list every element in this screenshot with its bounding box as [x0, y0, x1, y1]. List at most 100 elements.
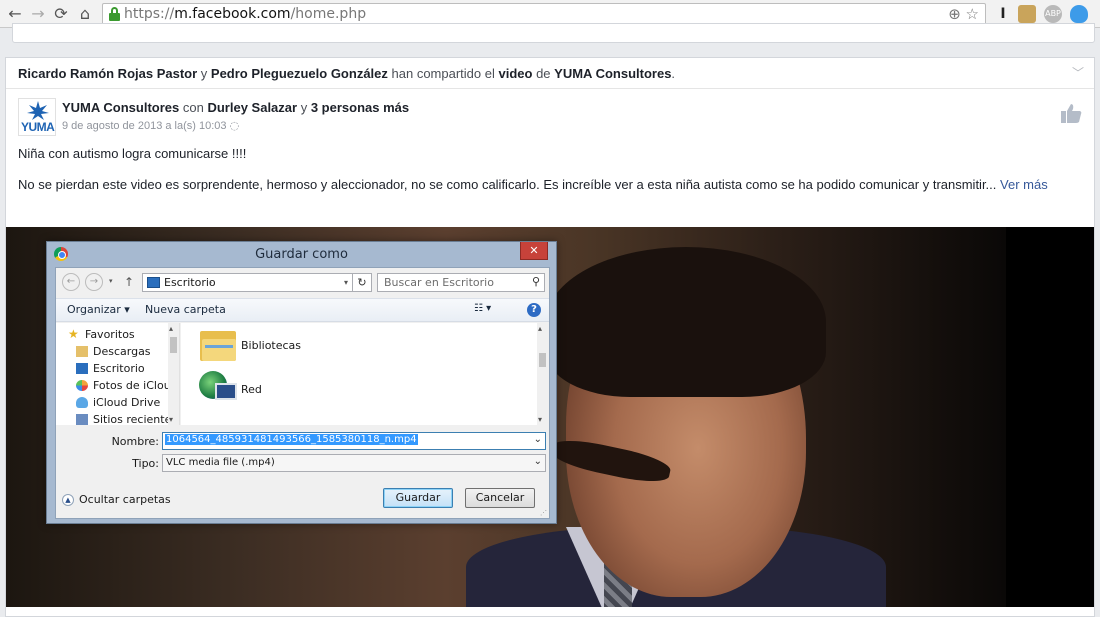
scroll-thumb[interactable] [170, 337, 177, 353]
scroll-down-icon[interactable]: ▾ [169, 415, 173, 424]
save-as-dialog: Guardar como ✕ ← → ▾ ↑ Escritorio › ▾ ↻ … [46, 241, 557, 524]
cloud-extension-icon[interactable] [1070, 5, 1088, 23]
filetype-select[interactable]: VLC media file (.mp4) ⌄ [162, 454, 546, 472]
yuma-logo-icon [27, 101, 49, 120]
desktop-icon [76, 363, 88, 374]
organize-button[interactable]: Organizar ▾ [67, 303, 130, 316]
refresh-icon[interactable]: ↻ [353, 273, 372, 292]
search-icon[interactable]: ⚲ [532, 275, 540, 288]
filetype-value: VLC media file (.mp4) [166, 457, 275, 468]
scroll-down-icon[interactable]: ▾ [538, 415, 542, 424]
connector: y [200, 66, 208, 81]
dialog-toolbar: Organizar ▾ Nueva carpeta ☷ ▾ ? [56, 298, 549, 322]
page-link[interactable]: YUMA Consultores [554, 66, 671, 81]
type-row: Tipo: VLC media file (.mp4) ⌄ [56, 454, 549, 474]
icloud-drive-icon [76, 397, 88, 408]
scroll-thumb[interactable] [539, 353, 546, 367]
filetype-dropdown-icon[interactable]: ⌄ [534, 456, 542, 467]
dialog-titlebar[interactable]: Guardar como ✕ [47, 242, 556, 267]
help-icon[interactable]: ? [527, 303, 541, 317]
file-pane: Bibliotecas Red ▴ ▾ [181, 323, 549, 425]
address-bar[interactable]: https://m.facebook.com/home.php ⊕ ☆ [102, 3, 986, 25]
nav-label: Favoritos [85, 328, 135, 341]
address-row: ← → ▾ ↑ Escritorio › ▾ ↻ Buscar en Escri… [56, 268, 549, 297]
close-button[interactable]: ✕ [520, 242, 548, 260]
new-folder-button[interactable]: Nueva carpeta [145, 303, 226, 316]
search-input[interactable]: Buscar en Escritorio ⚲ [377, 273, 545, 292]
scroll-up-icon[interactable]: ▴ [538, 324, 542, 333]
author-link[interactable]: YUMA Consultores [62, 100, 179, 115]
network-icon [199, 371, 237, 409]
others-link[interactable]: 3 personas más [311, 100, 409, 115]
file-scrollbar[interactable]: ▴ ▾ [537, 323, 549, 425]
see-more-link[interactable]: Ver más [1000, 177, 1048, 192]
timestamp[interactable]: 9 de agosto de 2013 a la(s) 10:03 ◌ [62, 119, 239, 132]
view-options-icon[interactable]: ☷ ▾ [474, 303, 491, 314]
nav-label: Fotos de iCloud [93, 379, 178, 392]
file-label: Bibliotecas [241, 339, 302, 352]
shared-text: han compartido el [391, 66, 495, 81]
de-word: de [536, 66, 551, 81]
path-bar[interactable]: Escritorio › ▾ [142, 273, 353, 292]
chevron-down-icon[interactable]: ﹀ [1072, 64, 1084, 81]
up-arrow-icon[interactable]: ↑ [124, 275, 134, 289]
breadcrumb-chevron-icon[interactable]: › [209, 278, 212, 287]
filename-value: 1064564_485931481493566_1585380118_n.mp4 [165, 434, 418, 445]
avatar-text: YUMA [21, 120, 55, 134]
chevron-up-icon: ▲ [62, 494, 74, 506]
url-text[interactable]: https://m.facebook.com/home.php [124, 6, 366, 22]
divider [6, 88, 1094, 89]
cursor-extension-icon[interactable]: I [994, 5, 1012, 23]
type-label: Tipo: [132, 457, 159, 470]
nav-label: iCloud Drive [93, 396, 161, 409]
recent-icon [76, 414, 88, 425]
puzzle-extension-icon[interactable] [1018, 5, 1036, 23]
abp-extension-icon[interactable]: ABP [1044, 5, 1062, 23]
nav-label: Descargas [93, 345, 151, 358]
hide-folders-label: Ocultar carpetas [79, 493, 171, 506]
tagged-link[interactable]: Durley Salazar [207, 100, 297, 115]
post-text-line-1: Niña con autismo logra comunicarse !!!! [18, 146, 247, 161]
url-scheme: https:// [124, 6, 175, 22]
cancel-button[interactable]: Cancelar [465, 488, 535, 508]
sharer-1-link[interactable]: Ricardo Ramón Rojas Pastor [18, 66, 197, 81]
save-button[interactable]: Guardar [383, 488, 453, 508]
and-word: y [300, 100, 308, 115]
previous-post-card [12, 23, 1095, 43]
like-icon[interactable] [1060, 102, 1082, 129]
back-arrow-icon[interactable]: ← [62, 273, 80, 291]
scroll-up-icon[interactable]: ▴ [169, 324, 173, 333]
lock-icon [109, 7, 120, 21]
star-icon: ★ [68, 327, 79, 341]
reload-icon[interactable]: ⟳ [52, 5, 70, 23]
post-text-body: No se pierdan este video es sorprendente… [18, 177, 997, 192]
libraries-icon [199, 327, 237, 363]
forward-icon[interactable]: → [29, 5, 47, 23]
sharer-2-link[interactable]: Pedro Pleguezuelo González [211, 66, 388, 81]
nav-scrollbar[interactable]: ▴ ▾ [168, 323, 179, 425]
url-path: /home.php [290, 6, 367, 22]
path-dropdown-icon[interactable]: ▾ [344, 278, 348, 287]
shared-object-link[interactable]: video [498, 66, 532, 81]
dialog-body: ← → ▾ ↑ Escritorio › ▾ ↻ Buscar en Escri… [55, 267, 550, 519]
recent-locations-chevron-icon[interactable]: ▾ [109, 277, 113, 285]
nav-label: Sitios recientes [93, 413, 178, 425]
post-text-line-2: No se pierdan este video es sorprendente… [18, 177, 1048, 192]
downloads-icon [76, 346, 88, 357]
url-host: m.facebook.com [174, 6, 291, 22]
avatar[interactable]: YUMA [18, 98, 56, 136]
timestamp-text: 9 de agosto de 2013 a la(s) 10:03 [62, 120, 227, 132]
home-icon[interactable]: ⌂ [76, 5, 94, 23]
back-icon[interactable]: ← [6, 5, 24, 23]
forward-arrow-icon[interactable]: → [85, 273, 103, 291]
zoom-icon[interactable]: ⊕ [948, 5, 961, 23]
with-word: con [182, 100, 204, 115]
star-icon[interactable]: ☆ [966, 5, 979, 23]
filename-input[interactable]: 1064564_485931481493566_1585380118_n.mp4… [162, 432, 546, 450]
filename-dropdown-icon[interactable]: ⌄ [534, 434, 542, 445]
icloud-photos-icon [76, 380, 88, 391]
navigation-pane: ★ Favoritos Descargas Escritorio Fotos d… [56, 323, 180, 425]
name-row: Nombre: 1064564_485931481493566_15853801… [56, 432, 549, 452]
file-label: Red [241, 383, 262, 396]
resize-grip-icon[interactable]: ⋰ [540, 509, 547, 517]
